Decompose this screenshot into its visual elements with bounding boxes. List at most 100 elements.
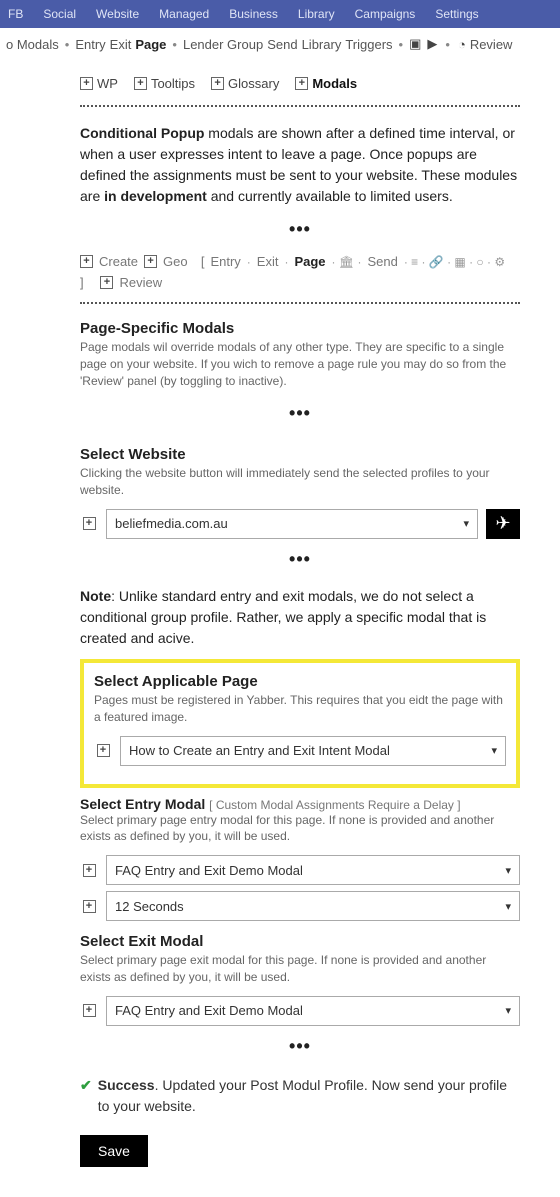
tab-modals[interactable]: + Modals bbox=[295, 76, 357, 91]
note-text: Note: Unlike standard entry and exit mod… bbox=[80, 586, 520, 649]
entry-delay-value: 12 Seconds bbox=[115, 899, 184, 914]
send-website-button[interactable]: ✈ bbox=[486, 509, 520, 539]
nav-managed[interactable]: Managed bbox=[159, 7, 209, 21]
tool-entry[interactable]: Entry bbox=[210, 254, 240, 269]
chevron-down-icon: ▾ bbox=[463, 517, 469, 530]
tool-create[interactable]: Create bbox=[99, 254, 138, 269]
exit-modal-select[interactable]: FAQ Entry and Exit Demo Modal ▾ bbox=[106, 996, 520, 1026]
exit-modal-row: + FAQ Entry and Exit Demo Modal ▾ bbox=[80, 996, 520, 1026]
tab-glossary[interactable]: + Glossary bbox=[211, 76, 279, 91]
exit-modal-title: Select Exit Modal bbox=[80, 933, 520, 950]
entry-modal-row: + FAQ Entry and Exit Demo Modal ▾ bbox=[80, 855, 520, 885]
crumb-review[interactable]: Review bbox=[470, 37, 513, 52]
website-field-row: + beliefmedia.com.au ▾ ✈ bbox=[80, 509, 520, 539]
note-bold: Note bbox=[80, 588, 111, 604]
image-icon[interactable]: ▣ bbox=[409, 36, 421, 52]
tool-page[interactable]: Page bbox=[294, 254, 325, 269]
applicable-page-highlight: Select Applicable Page Pages must be reg… bbox=[80, 659, 520, 788]
tool-exit[interactable]: Exit bbox=[257, 254, 279, 269]
expand-toggle[interactable]: + bbox=[80, 855, 98, 885]
intro-text: Conditional Popup modals are shown after… bbox=[80, 123, 520, 207]
crumb-page[interactable]: Page bbox=[135, 37, 166, 52]
select-website-help: Clicking the website button will immedia… bbox=[80, 465, 520, 499]
save-button[interactable]: Save bbox=[80, 1135, 148, 1167]
crumb-send[interactable]: Send bbox=[267, 37, 297, 52]
tab-modals-label: Modals bbox=[312, 76, 357, 91]
applicable-page-help: Pages must be registered in Yabber. This… bbox=[94, 692, 506, 726]
tool-send[interactable]: Send bbox=[367, 254, 397, 269]
website-select-value: beliefmedia.com.au bbox=[115, 516, 228, 531]
tab-row: + WP + Tooltips + Glossary + Modals bbox=[80, 70, 520, 97]
entry-delay-row: + 12 Seconds ▾ bbox=[80, 891, 520, 921]
entry-modal-value: FAQ Entry and Exit Demo Modal bbox=[115, 863, 303, 878]
applicable-page-title: Select Applicable Page bbox=[94, 673, 506, 690]
expand-toggle[interactable]: + bbox=[94, 736, 112, 766]
crumb-entry[interactable]: Entry bbox=[75, 37, 105, 52]
note-body: : Unlike standard entry and exit modals,… bbox=[80, 588, 486, 646]
crumb-exit[interactable]: Exit bbox=[110, 37, 132, 52]
success-message: ✔ Success. Updated your Post Modul Profi… bbox=[80, 1075, 520, 1117]
plus-icon: + bbox=[134, 77, 147, 90]
applicable-page-row: + How to Create an Entry and Exit Intent… bbox=[94, 736, 506, 766]
dot-sep: • bbox=[397, 37, 406, 52]
expand-toggle[interactable]: + bbox=[80, 509, 98, 539]
expand-toggle[interactable]: + bbox=[80, 891, 98, 921]
check-icon: ✔ bbox=[80, 1075, 92, 1096]
play-icon[interactable]: ▶ bbox=[427, 36, 437, 52]
tool-geo[interactable]: Geo bbox=[163, 254, 188, 269]
tool-row: + Create + Geo [ Entry · Exit · Page · 🏛… bbox=[80, 250, 520, 294]
crumb-triggers[interactable]: Triggers bbox=[345, 37, 392, 52]
chevron-down-icon: ▾ bbox=[505, 1004, 511, 1017]
select-website-title: Select Website bbox=[80, 446, 520, 463]
plus-icon: + bbox=[211, 77, 224, 90]
expand-toggle[interactable]: + bbox=[80, 996, 98, 1026]
crumb-library[interactable]: Library bbox=[302, 37, 342, 52]
chevron-down-icon: ▾ bbox=[505, 864, 511, 877]
dot-sep: • bbox=[63, 37, 72, 52]
success-bold: Success bbox=[98, 1077, 155, 1093]
exit-modal-help: Select primary page exit modal for this … bbox=[80, 952, 520, 986]
applicable-page-select[interactable]: How to Create an Entry and Exit Intent M… bbox=[120, 736, 506, 766]
nav-business[interactable]: Business bbox=[229, 7, 278, 21]
page-specific-help: Page modals wil override modals of any o… bbox=[80, 339, 520, 389]
applicable-page-value: How to Create an Entry and Exit Intent M… bbox=[129, 743, 390, 758]
entry-modal-title: Select Entry Modal [ Custom Modal Assign… bbox=[80, 796, 520, 812]
intro-bold2: in development bbox=[104, 188, 207, 204]
breadcrumb: o Modals • Entry Exit Page • Lender Grou… bbox=[0, 28, 560, 60]
exit-modal-value: FAQ Entry and Exit Demo Modal bbox=[115, 1003, 303, 1018]
divider bbox=[80, 105, 520, 107]
entry-modal-help: Select primary page entry modal for this… bbox=[80, 812, 520, 846]
tab-glossary-label: Glossary bbox=[228, 76, 279, 91]
chevron-down-icon: ▾ bbox=[505, 900, 511, 913]
dot-sep: • bbox=[170, 37, 179, 52]
crumb-lender-group[interactable]: Lender Group bbox=[183, 37, 263, 52]
nav-fb[interactable]: FB bbox=[8, 7, 23, 21]
plus-icon: + bbox=[144, 255, 157, 268]
entry-modal-title-text: Select Entry Modal bbox=[80, 796, 205, 812]
nav-campaigns[interactable]: Campaigns bbox=[355, 7, 416, 21]
plus-icon: + bbox=[295, 77, 308, 90]
intro-span2: and currently available to limited users… bbox=[207, 188, 453, 204]
entry-modal-select[interactable]: FAQ Entry and Exit Demo Modal ▾ bbox=[106, 855, 520, 885]
ellipsis-divider: ••• bbox=[80, 545, 520, 580]
ellipsis-divider: ••• bbox=[80, 1032, 520, 1067]
tab-wp-label: WP bbox=[97, 76, 118, 91]
top-nav: FB Social Website Managed Business Libra… bbox=[0, 0, 560, 28]
plus-icon: + bbox=[80, 77, 93, 90]
nav-library[interactable]: Library bbox=[298, 7, 335, 21]
tab-wp[interactable]: + WP bbox=[80, 76, 118, 91]
entry-delay-select[interactable]: 12 Seconds ▾ bbox=[106, 891, 520, 921]
divider bbox=[80, 302, 520, 304]
tool-review[interactable]: Review bbox=[119, 275, 162, 290]
nav-social[interactable]: Social bbox=[43, 7, 76, 21]
main-content: + WP + Tooltips + Glossary + Modals Conditio… bbox=[0, 60, 520, 1197]
tab-tooltips-label: Tooltips bbox=[151, 76, 195, 91]
chevron-down-icon: ▾ bbox=[491, 744, 497, 757]
pie-icon[interactable]: ◔ bbox=[458, 37, 466, 52]
crumb-modals[interactable]: o Modals bbox=[6, 37, 59, 52]
website-select[interactable]: beliefmedia.com.au ▾ bbox=[106, 509, 478, 539]
nav-settings[interactable]: Settings bbox=[435, 7, 478, 21]
tab-tooltips[interactable]: + Tooltips bbox=[134, 76, 195, 91]
plus-icon: + bbox=[80, 255, 93, 268]
nav-website[interactable]: Website bbox=[96, 7, 139, 21]
